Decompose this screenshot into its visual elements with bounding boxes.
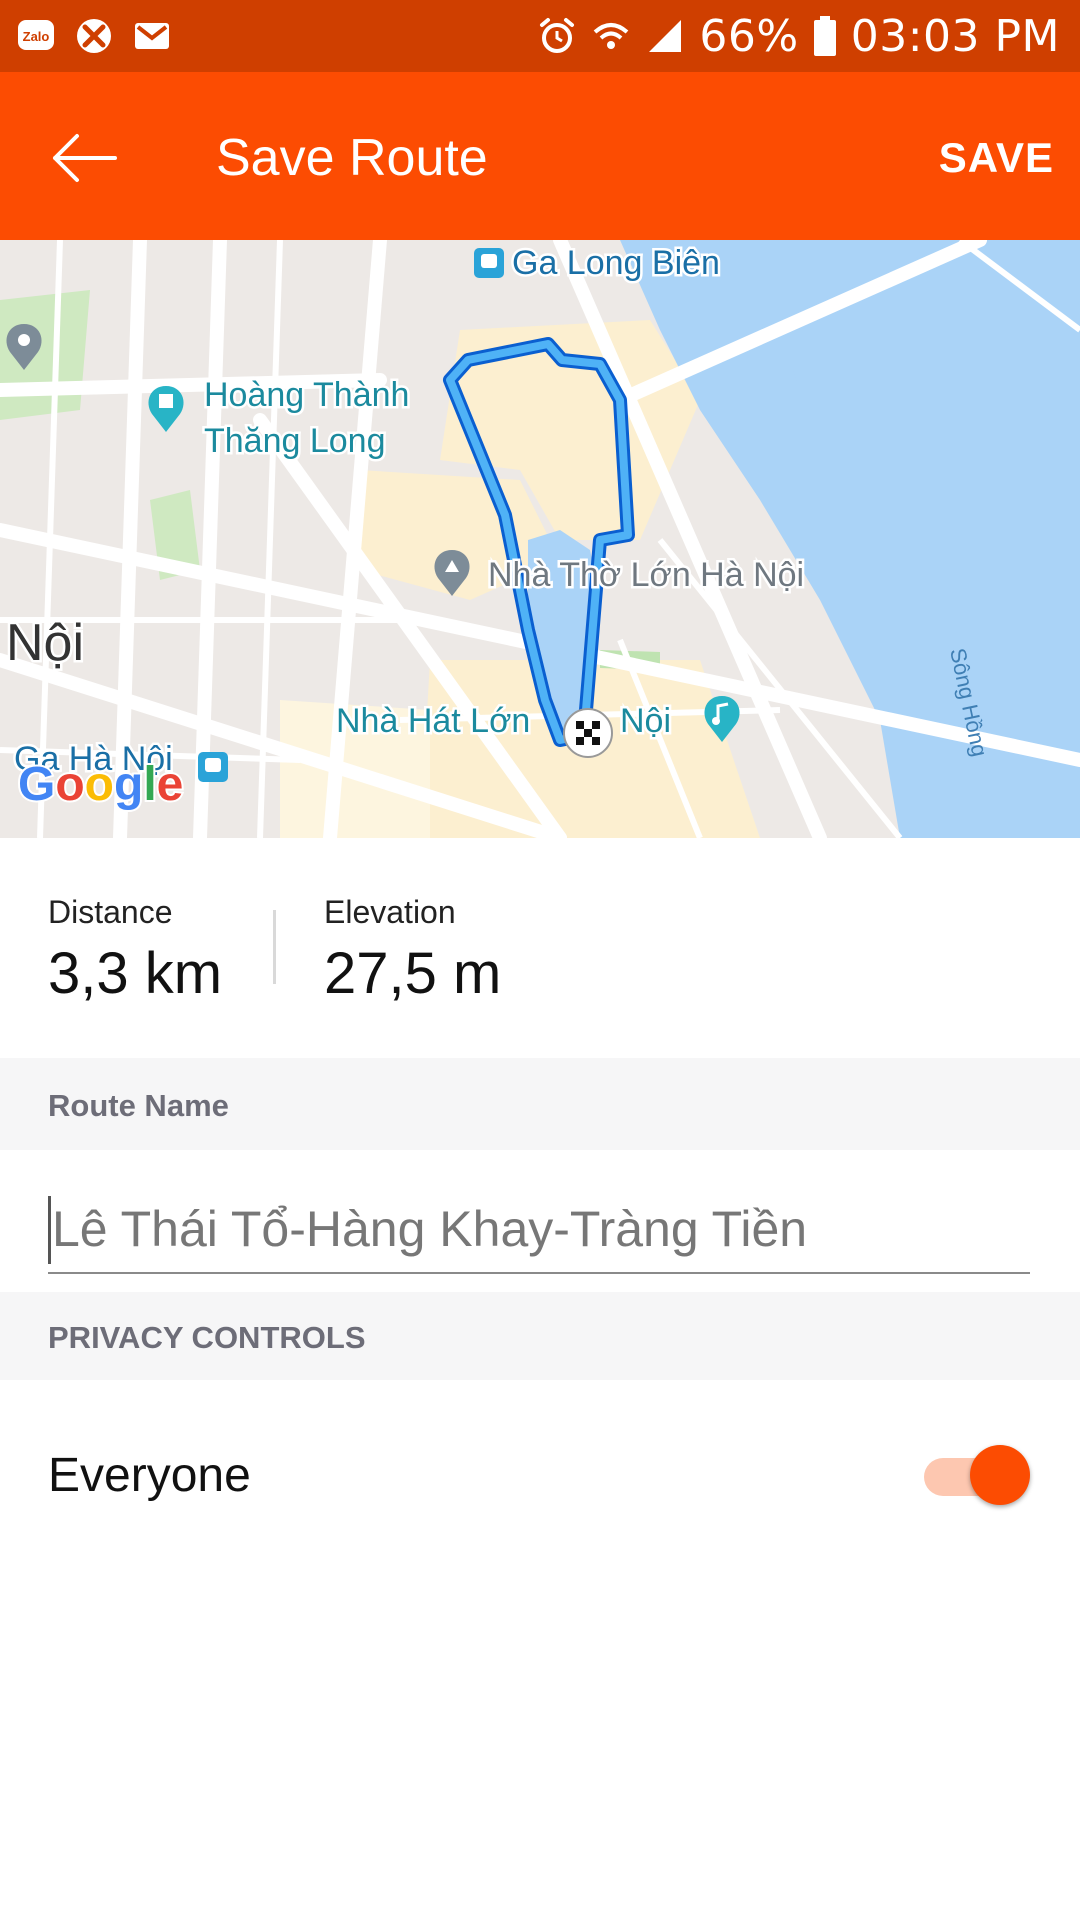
route-name-header-label: Route Name — [48, 1088, 229, 1123]
battery-percent: 66% — [699, 10, 799, 62]
signal-icon — [649, 20, 682, 52]
zalo-icon: Zalo — [14, 14, 58, 58]
stats-divider — [273, 910, 276, 984]
elevation-value: 27,5 m — [324, 941, 502, 1006]
label-nha-tho: Nhà Thờ Lớn Hà Nội — [488, 556, 804, 594]
svg-text:Zalo: Zalo — [23, 29, 50, 44]
label-noi: Nội — [6, 614, 84, 672]
privacy-option-label: Everyone — [48, 1449, 251, 1502]
save-button[interactable]: SAVE — [939, 134, 1054, 182]
missed-call-icon — [72, 14, 116, 58]
text-cursor — [48, 1196, 51, 1264]
train-station-icon — [198, 752, 228, 782]
google-logo: Google — [18, 758, 183, 811]
label-ga-long-bien: Ga Long Biên — [512, 244, 720, 282]
gmail-icon — [130, 14, 174, 58]
notification-icons: Zalo — [14, 14, 174, 58]
page-title: Save Route — [216, 129, 488, 187]
route-map[interactable]: Ga Long Biên Hoàng Thành Thăng Long Nhà … — [0, 240, 1080, 838]
system-indicators: 66% 03:03 PM — [537, 8, 1060, 64]
route-name-input[interactable] — [48, 1186, 1030, 1272]
train-station-icon — [474, 248, 504, 278]
elevation-label: Elevation — [324, 894, 456, 930]
distance-value: 3,3 km — [48, 941, 223, 1006]
back-button[interactable] — [44, 122, 124, 194]
everyone-toggle[interactable] — [918, 1442, 1030, 1508]
wifi-icon — [594, 23, 629, 49]
label-nha-hat-2: Nội — [620, 702, 671, 740]
route-name-field[interactable] — [48, 1186, 1030, 1274]
route-stats: Distance 3,3 km Elevation 27,5 m — [0, 838, 1080, 1058]
label-hoang-thanh-2: Thăng Long — [204, 422, 386, 460]
finish-flag-icon — [563, 708, 613, 758]
app-bar: Save Route SAVE — [0, 72, 1080, 240]
label-hoang-thanh-1: Hoàng Thành — [204, 376, 409, 414]
map-canvas: Ga Long Biên Hoàng Thành Thăng Long Nhà … — [0, 240, 1080, 838]
privacy-header-label: PRIVACY CONTROLS — [48, 1320, 366, 1355]
status-bar: Zalo 66% 03:03 PM — [0, 0, 1080, 72]
privacy-header: PRIVACY CONTROLS — [0, 1292, 1080, 1380]
route-name-header: Route Name — [0, 1058, 1080, 1150]
label-nha-hat: Nhà Hát Lớn — [336, 702, 530, 740]
alarm-icon — [540, 18, 575, 53]
privacy-option-row[interactable]: Everyone — [0, 1380, 1080, 1560]
distance-label: Distance — [48, 894, 173, 930]
arrow-back-icon — [53, 134, 117, 182]
battery-icon — [813, 16, 836, 56]
clock: 03:03 PM — [850, 10, 1060, 62]
toggle-knob — [970, 1445, 1030, 1505]
